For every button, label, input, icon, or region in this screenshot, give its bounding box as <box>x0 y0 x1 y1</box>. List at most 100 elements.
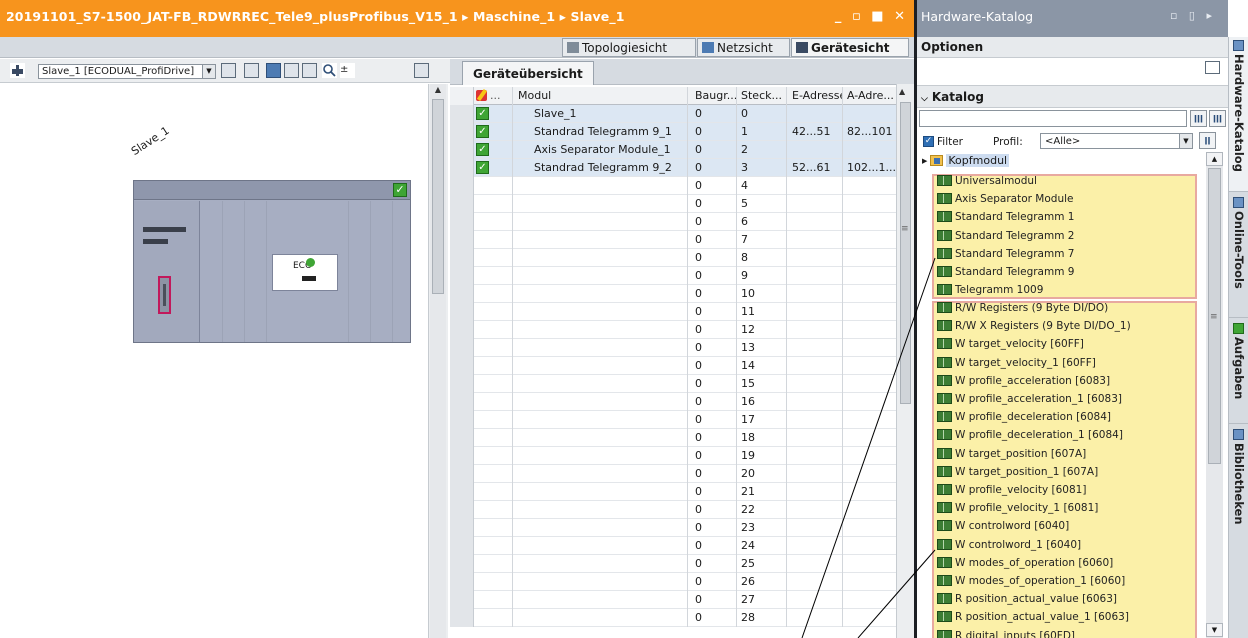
table-row[interactable]: 09 <box>450 267 896 285</box>
chevron-up-icon[interactable]: ▲ <box>1206 152 1223 166</box>
catalog-item[interactable]: W profile_acceleration [6083] <box>937 372 1110 390</box>
catalog-item[interactable]: W controlword_1 [6040] <box>937 536 1081 554</box>
zoom-dropdown-icon[interactable]: ± <box>340 63 355 78</box>
table-row[interactable]: ✓ Slave_1 0 0 <box>450 105 896 123</box>
catalog-item[interactable]: W modes_of_operation_1 [6060] <box>937 572 1125 590</box>
row-module-cell[interactable]: Slave_1 <box>514 105 688 123</box>
catalog-item[interactable]: W profile_velocity [6081] <box>937 481 1086 499</box>
row-module-cell[interactable] <box>514 537 688 555</box>
row-module-cell[interactable] <box>514 591 688 609</box>
row-module-cell[interactable]: Standrad Telegramm 9_1 <box>514 123 688 141</box>
chevron-down-icon[interactable]: ▼ <box>1179 134 1192 148</box>
device-icon[interactable] <box>10 63 25 78</box>
scrollbar-thumb[interactable] <box>432 99 444 294</box>
catalog-item[interactable]: W target_position_1 [607A] <box>937 463 1098 481</box>
catalog-item[interactable]: Axis Separator Module <box>937 190 1073 208</box>
catalog-item[interactable]: W profile_deceleration [6084] <box>937 408 1111 426</box>
catalog-item[interactable]: R position_actual_value_1 [6063] <box>937 608 1129 626</box>
table-row[interactable]: 0 12 <box>450 321 896 339</box>
chevron-up-icon[interactable]: ▲ <box>899 87 905 96</box>
table-row[interactable]: 0 15 <box>450 375 896 393</box>
row-module-cell[interactable] <box>514 375 688 393</box>
chevron-down-icon[interactable]: ⌵ <box>921 94 928 104</box>
table-row[interactable]: 0 28 <box>450 609 896 627</box>
filter-checkbox[interactable]: ✓ <box>923 136 934 147</box>
catalog-item[interactable]: Telegramm 1009 <box>937 281 1043 299</box>
catalog-item[interactable]: Standard Telegramm 2 <box>937 227 1074 245</box>
head-module[interactable] <box>134 201 200 342</box>
row-module-cell[interactable] <box>514 429 688 447</box>
header-e-adresse[interactable]: E-Adresse <box>787 87 843 105</box>
catalog-item[interactable]: R/W X Registers (9 Byte DI/DO_1) <box>937 317 1131 335</box>
row-module-cell[interactable] <box>514 357 688 375</box>
header-baugruppentraeger[interactable]: Baugr... <box>688 87 737 105</box>
device-select[interactable]: Slave_1 [ECODUAL_ProfiDrive] ▼ <box>38 64 216 79</box>
grid-icon[interactable] <box>221 63 236 78</box>
search-down-button[interactable]: ǀǀǀ <box>1190 110 1207 127</box>
table-row[interactable]: 05 <box>450 195 896 213</box>
tab-netzsicht[interactable]: Netzsicht <box>697 38 790 57</box>
row-module-cell[interactable] <box>514 465 688 483</box>
table-row[interactable]: ✓ Axis Separator Module_1 0 2 <box>450 141 896 159</box>
catalog-item[interactable]: R digital_inputs [60FD] <box>937 627 1075 638</box>
catalog-item[interactable]: W modes_of_operation [6060] <box>937 554 1113 572</box>
table-row[interactable]: 07 <box>450 231 896 249</box>
row-module-cell[interactable] <box>514 609 688 627</box>
table-row[interactable]: ✓ Standrad Telegramm 9_2 0 3 52...61 102...1.… <box>450 159 896 177</box>
table-row[interactable]: 06 <box>450 213 896 231</box>
chevron-down-icon[interactable]: ▼ <box>202 65 215 78</box>
table-row[interactable]: 0 25 <box>450 555 896 573</box>
options-bar[interactable]: Optionen <box>917 37 1228 58</box>
row-module-cell[interactable] <box>514 321 688 339</box>
expand-triangle-icon[interactable]: ▶ <box>922 157 927 165</box>
row-module-cell[interactable] <box>514 411 688 429</box>
table-row[interactable]: 0 27 <box>450 591 896 609</box>
tab-geraetesicht[interactable]: Gerätesicht <box>791 38 909 57</box>
row-module-cell[interactable] <box>514 501 688 519</box>
device-rack[interactable]: ✓ ECO <box>133 180 411 343</box>
tab-geraeteuebersicht[interactable]: Geräteübersicht <box>462 61 594 85</box>
row-module-cell[interactable] <box>514 213 688 231</box>
table-row[interactable]: 0 16 <box>450 393 896 411</box>
table-row[interactable]: 04 <box>450 177 896 195</box>
catalog-item[interactable]: W profile_deceleration_1 [6084] <box>937 426 1123 444</box>
tree-item-kopfmodul[interactable]: ▶ Kopfmodul <box>922 154 1010 167</box>
row-module-cell[interactable] <box>514 519 688 537</box>
table-row[interactable]: 0 10 <box>450 285 896 303</box>
row-module-cell[interactable]: Standrad Telegramm 9_2 <box>514 159 688 177</box>
header-a-adresse[interactable]: A-Adre... <box>843 87 896 105</box>
labels-icon[interactable] <box>244 63 259 78</box>
catalog-item[interactable]: W target_velocity [60FF] <box>937 335 1084 353</box>
table-row[interactable]: 0 13 <box>450 339 896 357</box>
taskcard-aufgaben[interactable]: Aufgaben <box>1229 319 1248 424</box>
canvas-scrollbar[interactable]: ▲ <box>428 84 448 638</box>
taskcard-bibliotheken[interactable]: Bibliotheken <box>1229 425 1248 530</box>
window-controls[interactable]: _ ▫ ■ ✕ <box>835 9 908 24</box>
catalog-title-controls[interactable]: ▫ ▯ ▸ <box>1170 9 1216 22</box>
collapse-panel-icon[interactable] <box>414 63 429 78</box>
catalog-item[interactable]: Standard Telegramm 9 <box>937 263 1074 281</box>
table-row[interactable]: 0 14 <box>450 357 896 375</box>
table-row[interactable]: 0 24 <box>450 537 896 555</box>
header-modul[interactable]: Modul <box>514 87 688 105</box>
row-module-cell[interactable] <box>514 303 688 321</box>
row-module-cell[interactable] <box>514 267 688 285</box>
table-row[interactable]: 0 18 <box>450 429 896 447</box>
table-row[interactable]: ✓ Standrad Telegramm 9_1 0 1 42...51 82...101 <box>450 123 896 141</box>
catalog-item[interactable]: W controlword [6040] <box>937 517 1069 535</box>
taskcard-online-tools[interactable]: Online-Tools <box>1229 193 1248 318</box>
overview-scrollbar[interactable]: ▲ ≡ <box>896 84 914 638</box>
search-up-button[interactable]: ǀǀǀ <box>1209 110 1226 127</box>
catalog-item[interactable]: Universalmodul <box>937 172 1037 190</box>
table-icon[interactable] <box>284 63 299 78</box>
header-dots[interactable]: ... <box>490 87 513 105</box>
chevron-up-icon[interactable]: ▲ <box>430 85 446 98</box>
row-module-cell[interactable] <box>514 447 688 465</box>
row-module-cell[interactable] <box>514 393 688 411</box>
table-row[interactable]: 0 11 <box>450 303 896 321</box>
page-icon[interactable] <box>302 63 317 78</box>
profile-select[interactable]: <Alle> ▼ <box>1040 133 1193 149</box>
catalog-item[interactable]: R/W Registers (9 Byte DI/DO) <box>937 299 1108 317</box>
catalog-item[interactable]: Standard Telegramm 1 <box>937 208 1074 226</box>
table-row[interactable]: 0 26 <box>450 573 896 591</box>
